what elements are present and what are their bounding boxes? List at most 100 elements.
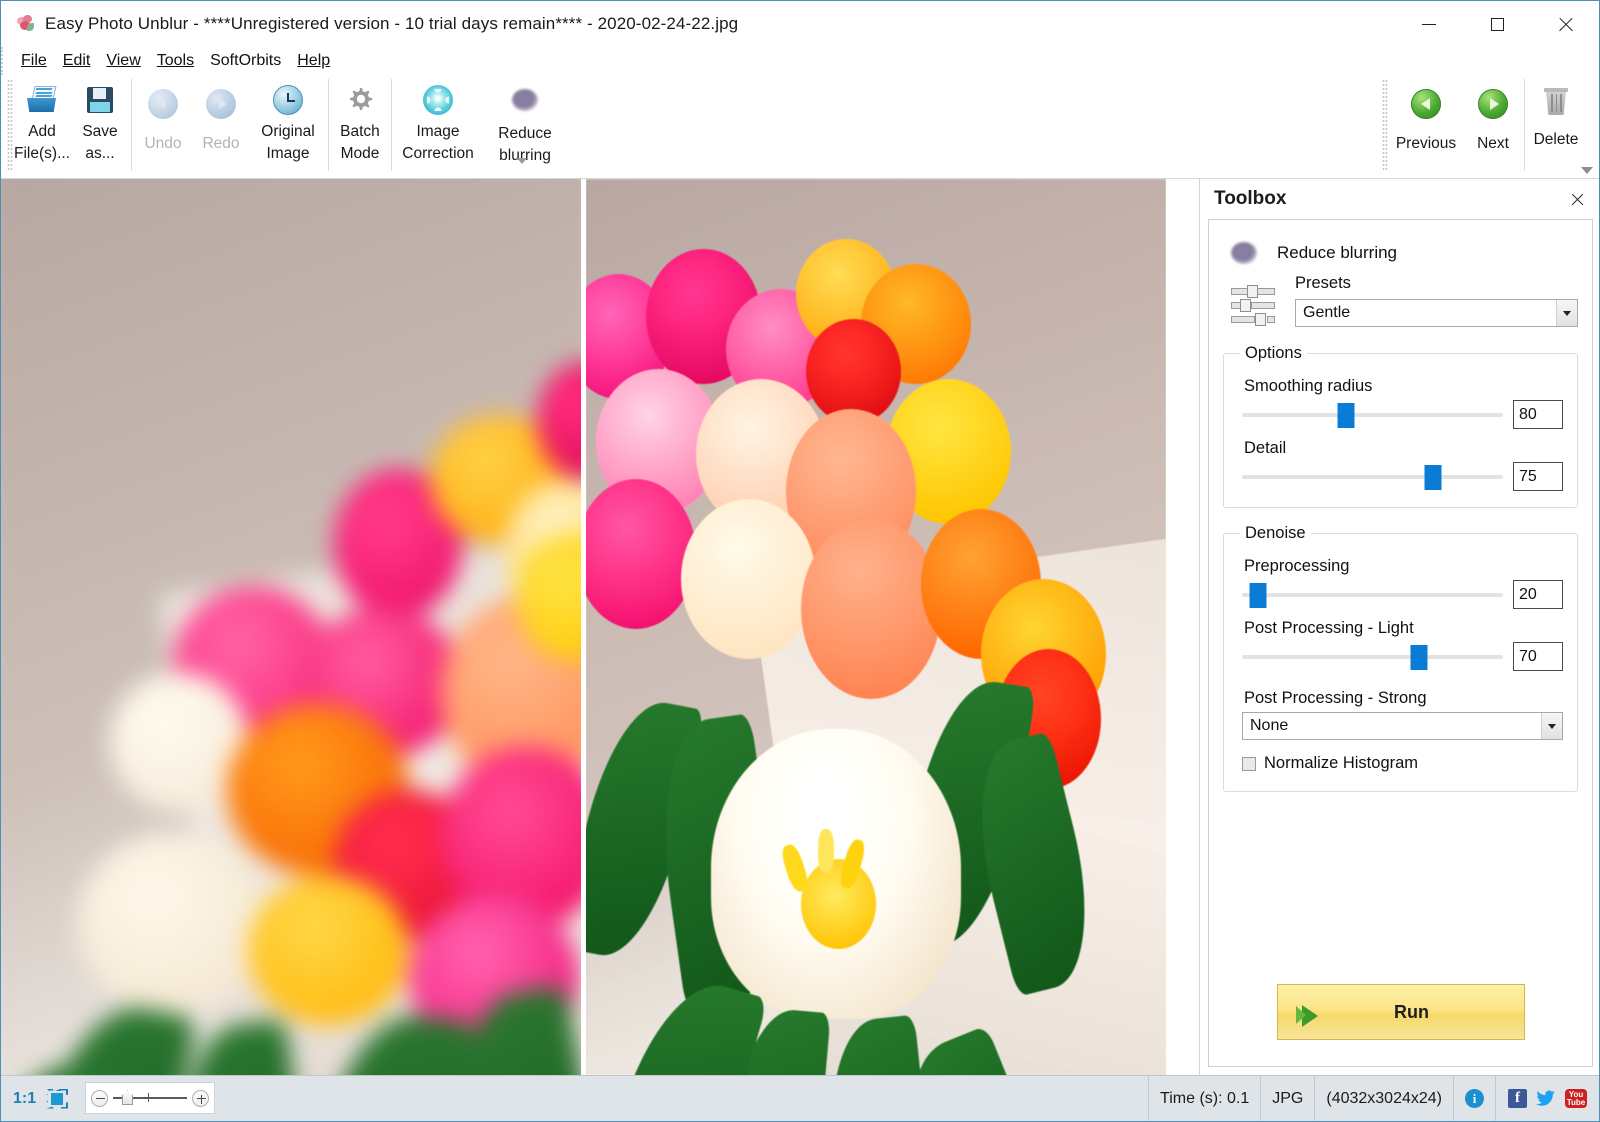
gear-icon (344, 84, 376, 116)
presets-dropdown[interactable]: Gentle (1295, 299, 1578, 327)
menu-file[interactable]: File (17, 50, 59, 72)
preprocessing-value[interactable]: 20 (1513, 580, 1563, 609)
slider-track (1242, 593, 1503, 597)
redo-label: Redo (202, 133, 239, 155)
previous-button[interactable]: Previous (1388, 75, 1464, 155)
smoothing-radius-value[interactable]: 80 (1513, 400, 1563, 429)
post-processing-light-value[interactable]: 70 (1513, 642, 1563, 671)
info-cell[interactable]: i (1454, 1076, 1496, 1121)
zoom-ratio-button[interactable]: 1:1 (13, 1090, 36, 1108)
preprocessing-slider[interactable] (1242, 582, 1503, 608)
menu-view-label: View (106, 52, 140, 69)
denoise-group: Denoise Preprocessing 20 Post Processing… (1223, 524, 1578, 792)
undo-button[interactable]: Undo (134, 75, 192, 155)
zoom-slider-control[interactable] (85, 1082, 215, 1114)
zoom-slider-handle[interactable] (122, 1090, 133, 1105)
options-group: Options Smoothing radius 80 Detail (1223, 344, 1578, 508)
post-processing-strong-value: None (1243, 717, 1288, 735)
toolbar-group-expand-icon[interactable] (517, 158, 527, 164)
run-button[interactable]: Run (1277, 984, 1525, 1040)
status-spacer (215, 1076, 1148, 1121)
title-bar: Easy Photo Unblur - ****Unregistered ver… (1, 1, 1599, 47)
menu-edit[interactable]: Edit (59, 50, 103, 72)
post-processing-strong-dropdown[interactable]: None (1242, 712, 1563, 740)
add-files-button[interactable]: Add File(s)... (13, 75, 71, 166)
menu-bar: File Edit View Tools SoftOrbits Help (1, 47, 1599, 75)
batch-mode-button[interactable]: Batch Mode (331, 75, 389, 166)
youtube-icon[interactable]: You Tube (1565, 1089, 1587, 1108)
redo-button[interactable]: Redo (192, 75, 250, 155)
slider-track (1242, 413, 1503, 417)
delete-label: Delete (1534, 129, 1579, 151)
toolbox-title: Toolbox (1214, 188, 1286, 210)
delete-button[interactable]: Delete (1527, 75, 1585, 151)
twitter-icon[interactable] (1536, 1090, 1556, 1108)
toolbar-tools-group: Batch Mode (331, 75, 389, 171)
original-image-button[interactable]: Original Image (250, 75, 326, 166)
detail-row: 75 (1238, 462, 1563, 491)
toolbar-history-group: Undo Redo Original Image (134, 75, 326, 171)
post-processing-light-slider[interactable] (1242, 644, 1503, 670)
processed-sharp-image-pane[interactable] (586, 179, 1166, 1075)
menu-softorbits[interactable]: SoftOrbits (206, 50, 293, 72)
normalize-histogram-checkbox[interactable] (1242, 757, 1256, 771)
previous-label: Previous (1396, 133, 1456, 155)
close-button[interactable] (1531, 1, 1599, 47)
menu-help[interactable]: Help (293, 50, 342, 72)
next-button[interactable]: Next (1464, 75, 1522, 155)
slider-thumb[interactable] (1338, 403, 1355, 428)
zoom-in-icon[interactable] (192, 1090, 209, 1107)
detail-value[interactable]: 75 (1513, 462, 1563, 491)
detail-slider[interactable] (1242, 464, 1503, 490)
sliders-icon (1231, 282, 1277, 328)
menu-help-label: Help (297, 52, 330, 69)
post-processing-light-label: Post Processing - Light (1244, 619, 1563, 638)
save-as-button[interactable]: Save as... (71, 75, 129, 166)
menu-view[interactable]: View (102, 50, 152, 72)
social-icons: f You Tube (1496, 1076, 1599, 1121)
application-window: Easy Photo Unblur - ****Unregistered ver… (0, 0, 1600, 1122)
close-icon (1571, 193, 1584, 206)
toolbar-separator-1 (131, 79, 132, 171)
batch-mode-label-1: Batch (340, 121, 380, 143)
menu-edit-label: Edit (63, 52, 91, 69)
zoom-slider-track[interactable] (113, 1097, 187, 1098)
reduce-blurring-button[interactable]: Reduce blurring (482, 75, 568, 168)
green-left-arrow-icon (1411, 89, 1441, 119)
toolbar: Add File(s)... Save as... Undo Redo (1, 75, 1599, 179)
floppy-save-icon (83, 83, 117, 117)
facebook-icon[interactable]: f (1508, 1089, 1527, 1108)
zoom-slider-tick (148, 1093, 149, 1102)
fit-to-window-icon[interactable] (46, 1089, 68, 1109)
zoom-controls: 1:1 (1, 1076, 79, 1121)
starburst-icon (423, 85, 453, 115)
normalize-histogram-row[interactable]: Normalize Histogram (1242, 754, 1563, 773)
close-icon (1558, 17, 1573, 32)
image-canvas[interactable] (1, 179, 1199, 1075)
original-blurred-image-pane[interactable] (1, 179, 581, 1075)
original-image-label-1: Original (261, 121, 314, 143)
toolbar-navigation-group: Previous Next Delete (1382, 75, 1599, 179)
image-dimensions: (4032x3024x24) (1315, 1076, 1454, 1121)
toolbar-expand-icon[interactable] (1581, 167, 1593, 174)
slider-thumb[interactable] (1249, 583, 1266, 608)
minimize-icon (1422, 24, 1436, 25)
blur-circle-icon (1231, 242, 1257, 264)
next-label: Next (1477, 133, 1509, 155)
slider-thumb[interactable] (1411, 645, 1428, 670)
maximize-button[interactable] (1463, 1, 1531, 47)
toolbox-close-button[interactable] (1565, 187, 1589, 211)
smoothing-radius-slider[interactable] (1242, 402, 1503, 428)
slider-thumb[interactable] (1424, 465, 1441, 490)
image-correction-button[interactable]: Image Correction (394, 75, 482, 166)
gear-svg (344, 84, 376, 116)
reduce-blurring-label-1: Reduce (498, 123, 551, 145)
info-icon[interactable]: i (1465, 1089, 1484, 1108)
zoom-out-icon[interactable] (91, 1090, 108, 1107)
slider-track (1242, 655, 1503, 659)
menu-tools-label: Tools (157, 52, 194, 69)
toolbar-separator-3 (391, 79, 392, 171)
menu-tools[interactable]: Tools (153, 50, 206, 72)
minimize-button[interactable] (1395, 1, 1463, 47)
tool-header-row: Reduce blurring (1231, 242, 1578, 264)
